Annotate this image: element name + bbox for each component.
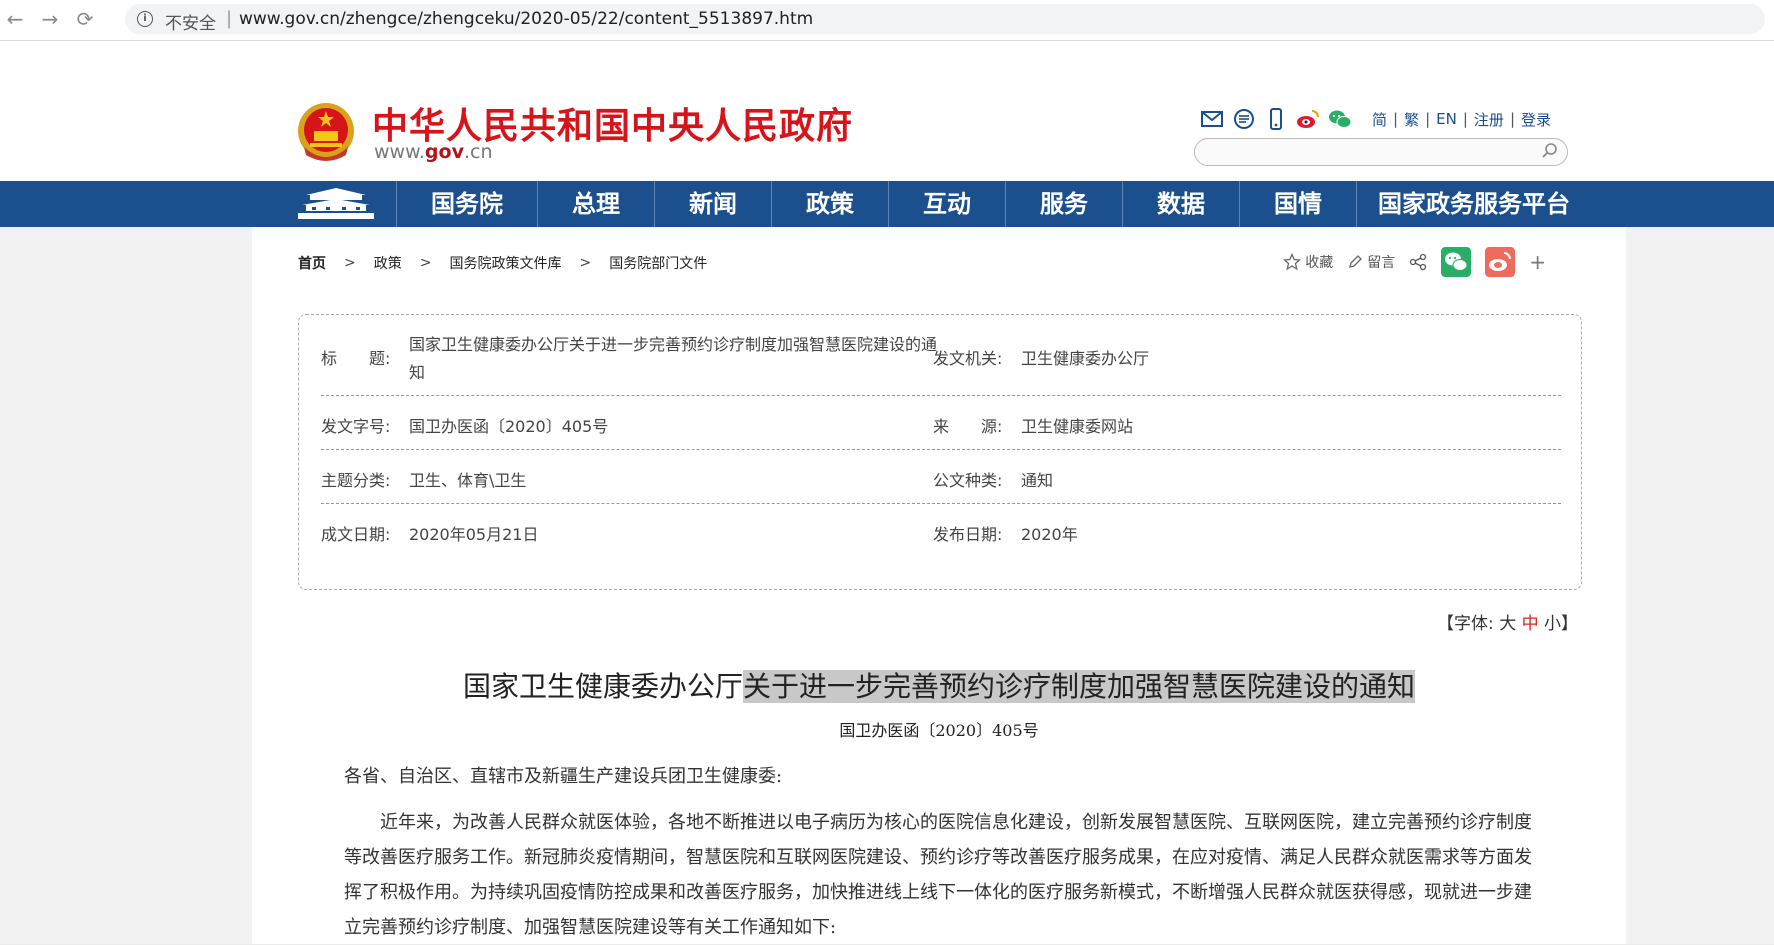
main-navigation: 国务院 总理 新闻 政策 互动 服务 数据 国情 国家政务服务平台 bbox=[0, 181, 1774, 227]
reload-icon[interactable]: ⟳ bbox=[72, 6, 98, 32]
comment-label: 留言 bbox=[1367, 255, 1396, 271]
info-icon[interactable]: i bbox=[137, 11, 153, 27]
issuer-value: 卫生健康委办公厅 bbox=[1021, 349, 1150, 368]
language-links: 简 | 繁 | EN | 注册 | 登录 bbox=[1366, 109, 1557, 130]
doc-no-value: 国卫办医函〔2020〕405号 bbox=[409, 417, 609, 436]
nav-news[interactable]: 新闻 bbox=[654, 181, 771, 227]
favorite-button[interactable]: 收藏 bbox=[1283, 252, 1333, 272]
security-label[interactable]: 不安全 bbox=[165, 9, 216, 34]
font-size-medium[interactable]: 中 bbox=[1522, 614, 1539, 634]
category-label: 主题分类: bbox=[321, 471, 391, 490]
meta-row-category: 主题分类: 卫生、体育\卫生 公文种类: 通知 bbox=[321, 449, 1561, 504]
search-input[interactable] bbox=[1194, 138, 1568, 166]
font-size-small[interactable]: 小 bbox=[1544, 614, 1561, 634]
source-value: 卫生健康委网站 bbox=[1021, 417, 1134, 436]
lang-english-link[interactable]: EN bbox=[1430, 110, 1463, 128]
document-metadata-table: 标 题: 国家卫生健康委办公厅关于进一步完善预约诊疗制度加强智慧医院建设的通 知… bbox=[298, 314, 1582, 590]
nav-interaction[interactable]: 互动 bbox=[888, 181, 1005, 227]
wechat-icon[interactable] bbox=[1328, 108, 1352, 130]
breadcrumb-arrow-icon: > bbox=[419, 255, 432, 271]
title-label: 标 题: bbox=[321, 349, 391, 368]
site-url[interactable]: www.gov.cn bbox=[374, 141, 493, 163]
document-paragraph: 近年来，为改善人民群众就医体验，各地不断推进以电子病历为核心的医院信息化建设，创… bbox=[344, 812, 1532, 938]
meta-row-dates: 成文日期: 2020年05月21日 发布日期: 2020年 bbox=[321, 503, 1561, 563]
url-text[interactable]: www.gov.cn/zhengce/zhengceku/2020-05/22/… bbox=[239, 9, 813, 29]
document-title-plain: 国家卫生健康委办公厅 bbox=[462, 670, 743, 703]
nav-items: 国务院 总理 新闻 政策 互动 服务 数据 国情 国家政务服务平台 bbox=[396, 181, 1591, 227]
message-icon[interactable] bbox=[1232, 108, 1256, 130]
source-label: 来 源: bbox=[933, 417, 1003, 436]
font-size-open: 【字体: bbox=[1437, 614, 1494, 634]
breadcrumb-arrow-icon: > bbox=[344, 255, 356, 271]
site-url-suffix: .cn bbox=[463, 141, 493, 163]
written-date-label: 成文日期: bbox=[321, 525, 391, 544]
nav-services[interactable]: 服务 bbox=[1005, 181, 1122, 227]
meta-row-title: 标 题: 国家卫生健康委办公厅关于进一步完善预约诊疗制度加强智慧医院建设的通 知… bbox=[321, 315, 1561, 396]
document-salutation: 各省、自治区、直辖市及新疆生产建设兵团卫生健康委: bbox=[344, 766, 783, 787]
title-value-line1: 国家卫生健康委办公厅关于进一步完善预约诊疗制度加强智慧医院建设的通 bbox=[409, 335, 938, 354]
browser-toolbar: ← → ⟳ i 不安全 | www.gov.cn/zhengce/zhengce… bbox=[0, 0, 1774, 41]
register-link[interactable]: 注册 bbox=[1468, 109, 1510, 130]
mail-icon[interactable] bbox=[1200, 108, 1224, 130]
back-icon[interactable]: ← bbox=[2, 6, 28, 32]
nav-gov-service-platform[interactable]: 国家政务服务平台 bbox=[1356, 181, 1591, 227]
doc-no-label: 发文字号: bbox=[321, 417, 391, 436]
pencil-icon bbox=[1349, 255, 1363, 268]
header-links: 简 | 繁 | EN | 注册 | 登录 bbox=[1200, 106, 1557, 132]
web-page: 中华人民共和国中央人民政府 www.gov.cn 简 | 繁 | EN | 注册… bbox=[0, 41, 1774, 944]
breadcrumb-policy-library[interactable]: 国务院政策文件库 bbox=[445, 253, 565, 273]
breadcrumb-policy[interactable]: 政策 bbox=[370, 253, 406, 273]
document-number: 国卫办医函〔2020〕405号 bbox=[839, 721, 1039, 740]
written-date-value: 2020年05月21日 bbox=[409, 525, 539, 544]
publish-date-value: 2020年 bbox=[1021, 525, 1078, 544]
content-area: 首页 > 政策 > 国务院政策文件库 > 国务院部门文件 收藏 留言 + 标 题… bbox=[252, 227, 1626, 944]
type-label: 公文种类: bbox=[933, 471, 1003, 490]
lang-simplified-link[interactable]: 简 bbox=[1366, 109, 1393, 130]
breadcrumb-arrow-icon: > bbox=[579, 255, 592, 271]
forward-icon[interactable]: → bbox=[37, 6, 63, 32]
nav-national-info[interactable]: 国情 bbox=[1239, 181, 1356, 227]
comment-button[interactable]: 留言 bbox=[1347, 252, 1395, 272]
publish-date-label: 发布日期: bbox=[933, 525, 1003, 544]
font-size-large[interactable]: 大 bbox=[1499, 614, 1516, 634]
site-url-prefix: www. bbox=[374, 141, 425, 163]
nav-data[interactable]: 数据 bbox=[1122, 181, 1239, 227]
title-value-line2: 知 bbox=[409, 363, 426, 382]
font-size-close: 】 bbox=[1561, 614, 1578, 634]
address-bar[interactable]: i 不安全 | www.gov.cn/zhengce/zhengceku/202… bbox=[125, 4, 1765, 34]
issuer-label: 发文机关: bbox=[933, 349, 1003, 368]
lang-traditional-link[interactable]: 繁 bbox=[1398, 109, 1425, 130]
share-icon[interactable] bbox=[1409, 253, 1427, 271]
nav-state-council[interactable]: 国务院 bbox=[396, 181, 537, 227]
breadcrumb-department-docs[interactable]: 国务院部门文件 bbox=[605, 253, 711, 273]
type-value: 通知 bbox=[1021, 471, 1054, 490]
nav-premier[interactable]: 总理 bbox=[537, 181, 654, 227]
weibo-icon[interactable] bbox=[1296, 108, 1320, 130]
mobile-icon[interactable] bbox=[1264, 108, 1288, 130]
breadcrumb-home[interactable]: 首页 bbox=[298, 253, 330, 273]
favorite-label: 收藏 bbox=[1305, 255, 1334, 271]
document-title: 国家卫生健康委办公厅关于进一步完善预约诊疗制度加强智慧医院建设的通知 bbox=[252, 665, 1626, 705]
nav-policy[interactable]: 政策 bbox=[771, 181, 888, 227]
search-icon[interactable] bbox=[1541, 142, 1559, 160]
category-value: 卫生、体育\卫生 bbox=[409, 471, 527, 490]
login-link[interactable]: 登录 bbox=[1515, 109, 1557, 130]
site-url-bold: gov bbox=[424, 141, 464, 163]
national-emblem-icon[interactable] bbox=[296, 101, 356, 163]
more-share-button[interactable]: + bbox=[1529, 250, 1546, 274]
tiananmen-icon[interactable] bbox=[296, 185, 376, 223]
site-header: 中华人民共和国中央人民政府 www.gov.cn 简 | 繁 | EN | 注册… bbox=[0, 41, 1774, 181]
share-toolbar: 收藏 留言 + bbox=[1283, 247, 1546, 277]
meta-row-docno: 发文字号: 国卫办医函〔2020〕405号 来 源: 卫生健康委网站 bbox=[321, 395, 1561, 450]
breadcrumb: 首页 > 政策 > 国务院政策文件库 > 国务院部门文件 bbox=[298, 253, 711, 273]
document-title-highlight: 关于进一步完善预约诊疗制度加强智慧医院建设的通知 bbox=[743, 670, 1416, 703]
wechat-share-icon[interactable] bbox=[1441, 247, 1472, 277]
star-icon bbox=[1283, 253, 1302, 271]
weibo-share-icon[interactable] bbox=[1485, 247, 1516, 277]
font-size-control: 【字体: 大 中 小】 bbox=[1437, 609, 1578, 634]
address-separator: | bbox=[226, 8, 233, 29]
